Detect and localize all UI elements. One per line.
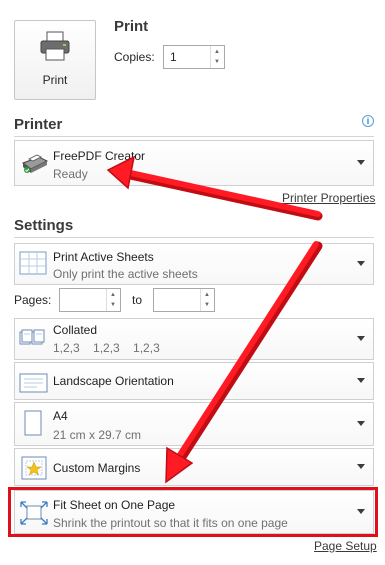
margins-dropdown[interactable]: Custom Margins	[14, 448, 374, 486]
print-heading: Print	[114, 18, 149, 35]
print-what-subtitle: Only print the active sheets	[53, 267, 198, 281]
chevron-down-icon	[357, 378, 365, 383]
copies-value: 1	[170, 50, 177, 64]
chevron-down-icon	[357, 261, 365, 266]
pages-to-spinner[interactable]: ▲ ▼	[153, 288, 215, 312]
chevron-down-icon	[357, 421, 365, 426]
spin-up-icon[interactable]: ▲	[110, 292, 116, 298]
print-what-dropdown[interactable]: Print Active Sheets Only print the activ…	[14, 243, 374, 285]
settings-heading: Settings	[14, 217, 74, 234]
chevron-down-icon	[357, 336, 365, 341]
portrait-page-icon	[24, 410, 42, 436]
printer-heading: Printer	[14, 116, 63, 133]
custom-margins-icon	[21, 456, 47, 480]
paper-size-subtitle: 21 cm x 29.7 cm	[53, 428, 142, 442]
landscape-page-icon	[19, 373, 48, 393]
settings-separator	[14, 237, 374, 238]
orientation-dropdown[interactable]: Landscape Orientation	[14, 362, 374, 400]
highlight-box	[8, 487, 378, 537]
pages-to-label: to	[132, 293, 143, 307]
spin-down-icon[interactable]: ▼	[110, 302, 116, 308]
printer-properties-link[interactable]: Printer Properties	[282, 191, 375, 205]
chevron-down-icon	[357, 464, 365, 469]
page-setup-link[interactable]: Page Setup	[314, 539, 377, 553]
printer-device-icon	[21, 154, 49, 173]
sheet-grid-icon	[19, 251, 47, 275]
info-icon[interactable]: i	[362, 115, 374, 127]
pages-from-spinner[interactable]: ▲ ▼	[59, 288, 121, 312]
copies-spinner[interactable]: 1 ▲ ▼	[163, 45, 225, 69]
spin-down-icon[interactable]: ▼	[214, 59, 220, 65]
collation-subtitle: 1,2,3 1,2,3 1,2,3	[53, 341, 160, 355]
spin-up-icon[interactable]: ▲	[204, 292, 210, 298]
printer-separator	[14, 136, 374, 137]
paper-size-dropdown[interactable]: A4 21 cm x 29.7 cm	[14, 402, 374, 446]
print-button[interactable]: Print	[14, 20, 96, 100]
copies-spinner-arrows[interactable]: ▲ ▼	[210, 46, 224, 68]
pages-to-arrows[interactable]: ▲ ▼	[200, 289, 214, 311]
pages-label: Pages:	[14, 293, 52, 307]
collated-pages-icon	[19, 329, 45, 345]
paper-size-title: A4	[53, 409, 68, 423]
margins-title: Custom Margins	[53, 461, 141, 475]
print-what-title: Print Active Sheets	[53, 250, 154, 264]
print-button-label: Print	[42, 73, 68, 87]
collation-dropdown[interactable]: Collated 1,2,3 1,2,3 1,2,3	[14, 318, 374, 360]
spin-up-icon[interactable]: ▲	[214, 49, 220, 55]
chevron-down-icon	[357, 160, 365, 165]
printer-icon	[40, 31, 70, 61]
orientation-title: Landscape Orientation	[53, 374, 174, 388]
printer-dropdown[interactable]: FreePDF Creator Ready	[14, 140, 374, 186]
pages-from-arrows[interactable]: ▲ ▼	[106, 289, 120, 311]
copies-label: Copies:	[114, 50, 155, 64]
printer-status: Ready	[53, 167, 88, 181]
collation-title: Collated	[53, 323, 98, 337]
spin-down-icon[interactable]: ▼	[204, 302, 210, 308]
printer-name: FreePDF Creator	[53, 149, 146, 163]
